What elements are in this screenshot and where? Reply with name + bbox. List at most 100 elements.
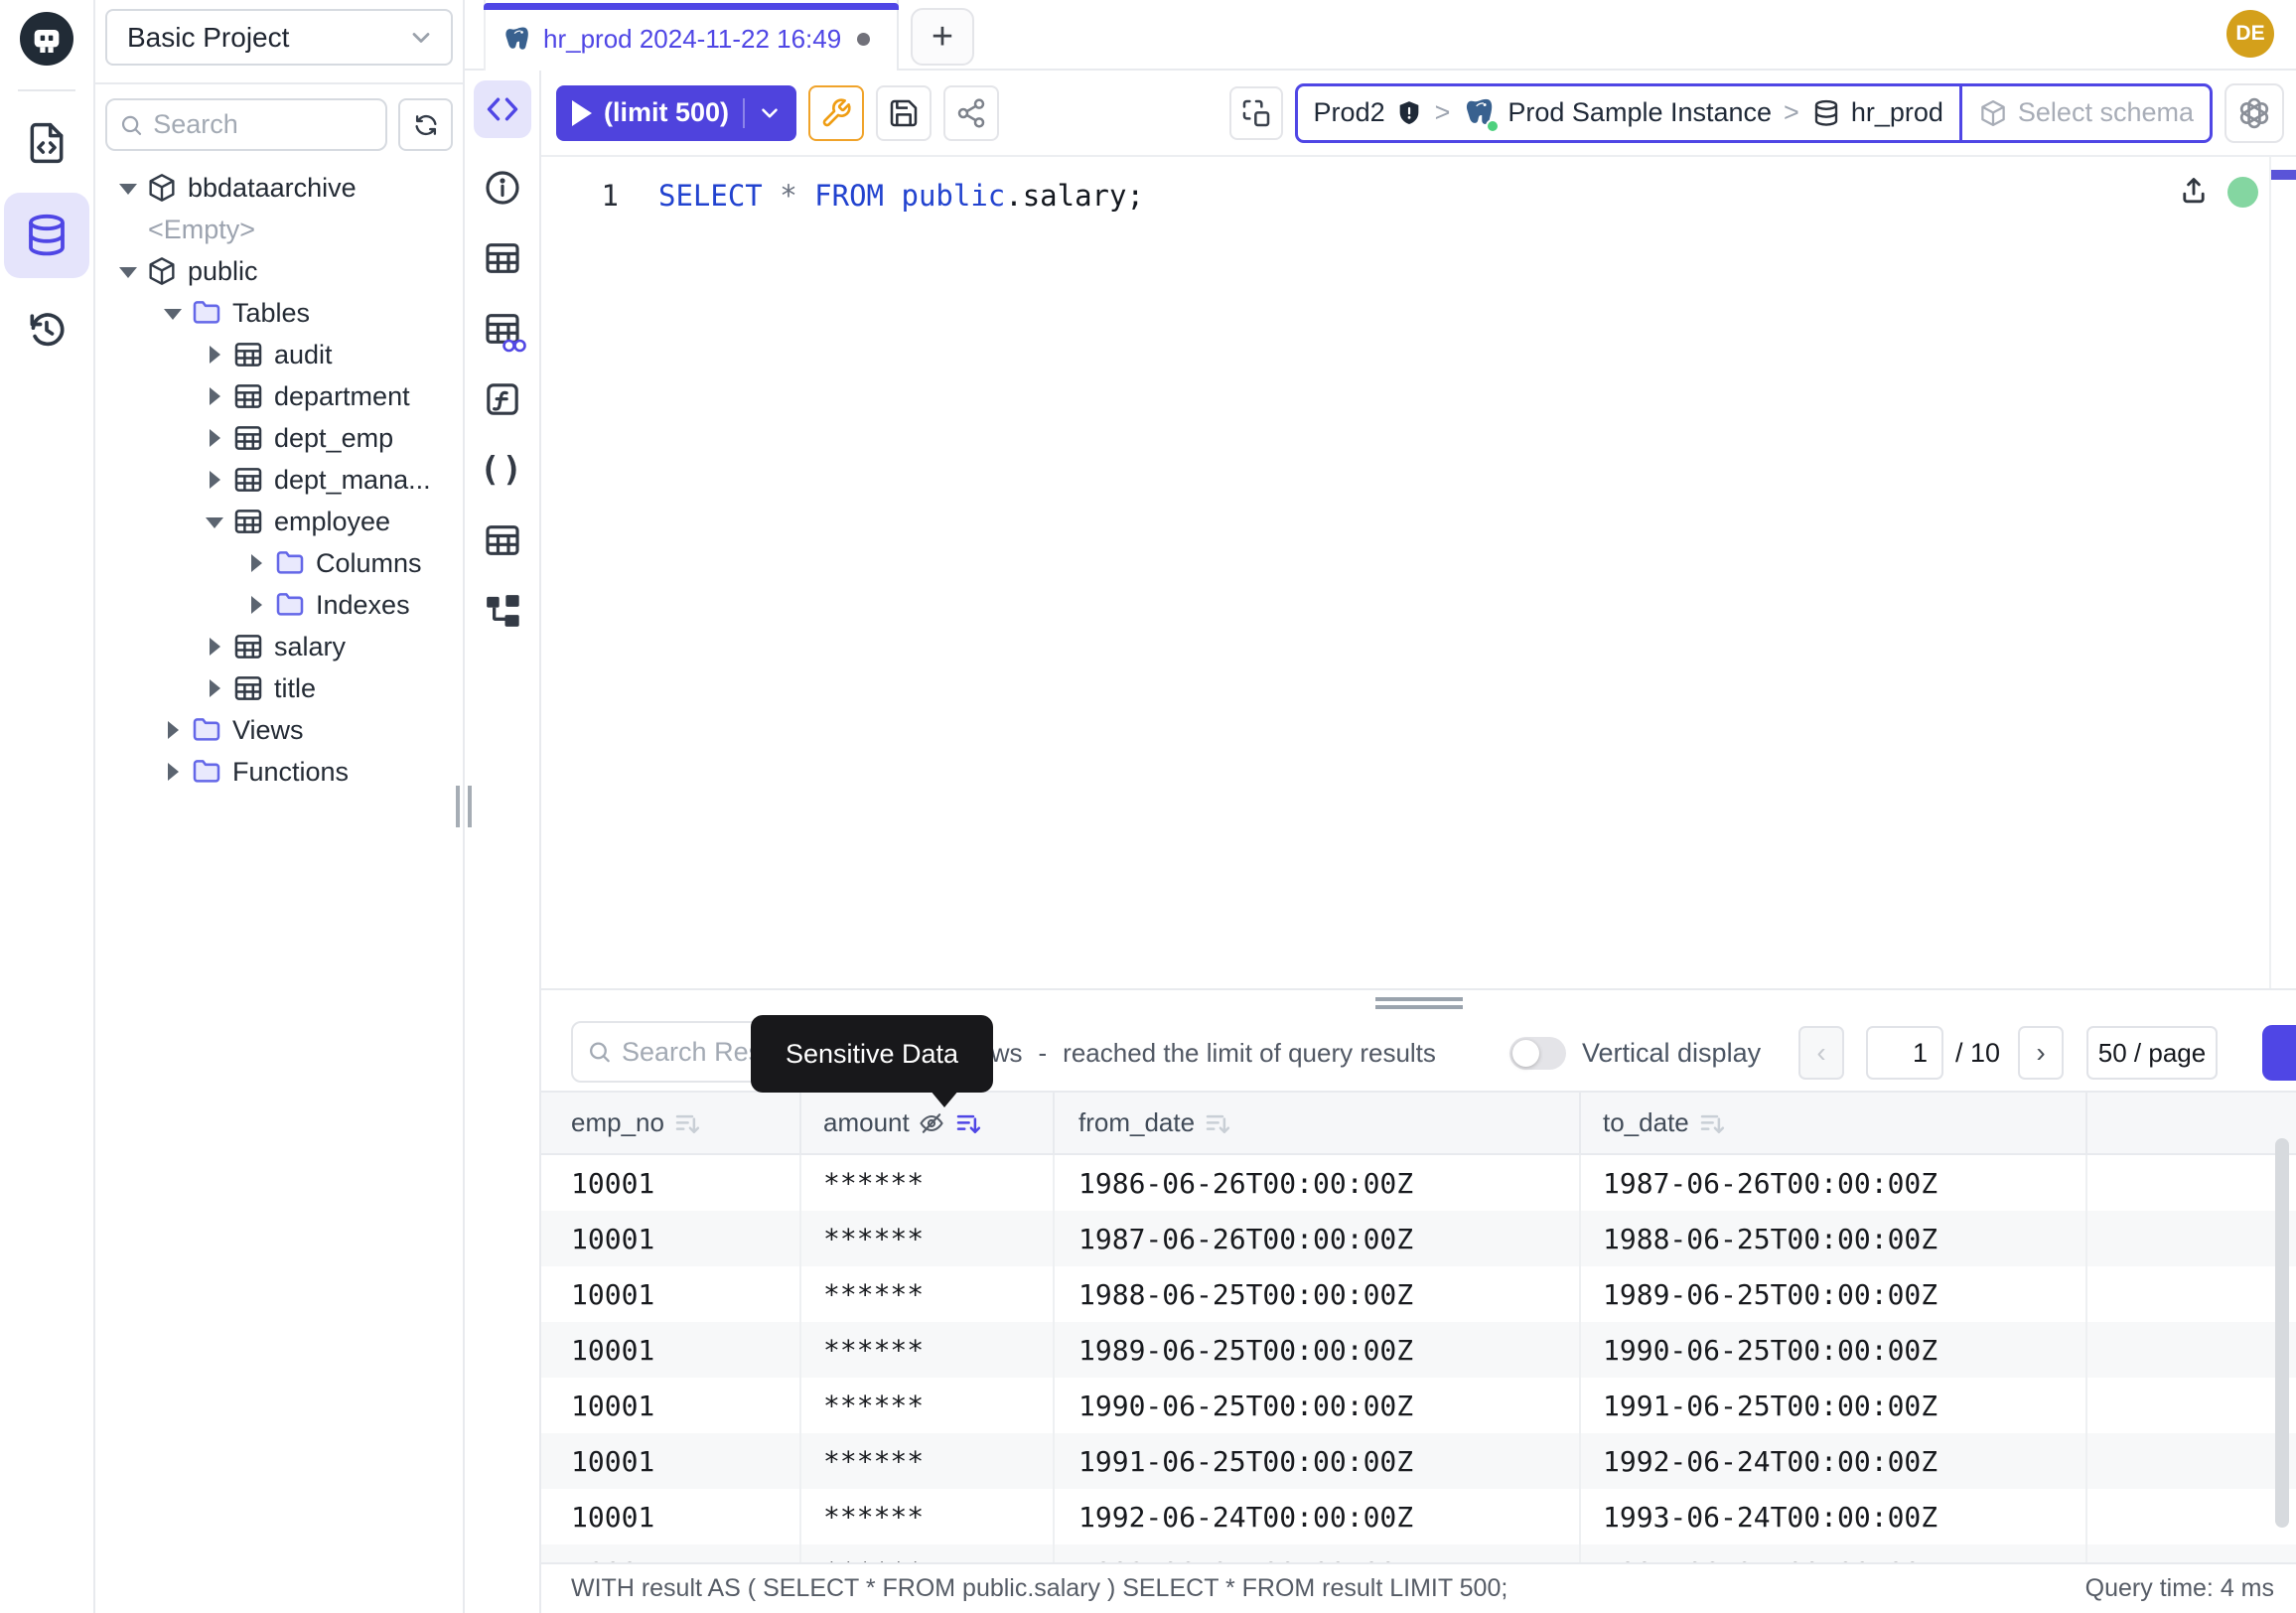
- column-header-to-date[interactable]: to_date: [1579, 1093, 2085, 1153]
- sidebar-search[interactable]: [105, 98, 387, 151]
- cube-icon: [1978, 98, 2008, 128]
- tree-item-department[interactable]: department: [95, 375, 463, 417]
- table-icon[interactable]: [482, 237, 523, 279]
- rail-history-button[interactable]: [21, 304, 72, 356]
- splitter-drag-handle[interactable]: [1375, 997, 1463, 1009]
- export-button-partial[interactable]: [2262, 1025, 2296, 1081]
- caret-down-icon[interactable]: [203, 510, 226, 533]
- results-scrollbar[interactable]: [2275, 1138, 2289, 1528]
- sql-editor[interactable]: 1 SELECT * FROM public.salary;: [541, 157, 2296, 988]
- table-row[interactable]: 10001******1991-06-25T00:00:00Z1992-06-2…: [541, 1433, 2296, 1489]
- table-cell: 10001: [541, 1544, 799, 1562]
- table-row[interactable]: 10001******1986-06-26T00:00:00Z1987-06-2…: [541, 1155, 2296, 1211]
- current-page-input[interactable]: 1: [1866, 1026, 1943, 1080]
- table-cell: ******: [799, 1433, 1053, 1489]
- prev-page-button[interactable]: ‹: [1798, 1026, 1844, 1080]
- tree-item-employee[interactable]: employee: [95, 501, 463, 542]
- table-row[interactable]: 10001******1987-06-26T00:00:00Z1988-06-2…: [541, 1211, 2296, 1266]
- editor-minimap[interactable]: [2269, 157, 2296, 988]
- tree-item-audit[interactable]: audit: [95, 334, 463, 375]
- function-icon[interactable]: [482, 378, 523, 420]
- tree-item-title[interactable]: title: [95, 667, 463, 709]
- run-limit-label: (limit 500): [604, 97, 729, 128]
- tree-item-public[interactable]: public: [95, 250, 463, 292]
- table-cell: 1990-06-25T00:00:00Z: [1579, 1322, 2085, 1378]
- table-row[interactable]: 10001******1988-06-25T00:00:00Z1989-06-2…: [541, 1266, 2296, 1322]
- bytebase-logo-icon[interactable]: [20, 12, 73, 66]
- caret-right-icon[interactable]: [161, 760, 185, 784]
- rail-databases-button[interactable]: [4, 193, 89, 278]
- tree-item-views[interactable]: Views: [95, 709, 463, 751]
- tree-item-dept-emp[interactable]: dept_emp: [95, 417, 463, 459]
- sidebar-search-input[interactable]: [153, 109, 373, 140]
- vertical-display-toggle[interactable]: [1509, 1037, 1566, 1070]
- table-cell: 1994-06-24T00:00:00Z: [1579, 1544, 2085, 1562]
- ai-assistant-button[interactable]: [2224, 83, 2284, 143]
- upload-icon[interactable]: [2177, 175, 2211, 209]
- table-cell: 10001: [541, 1266, 799, 1322]
- external-table-icon[interactable]: [482, 519, 523, 561]
- column-header-amount[interactable]: amount: [799, 1093, 1053, 1153]
- search-icon: [587, 1038, 612, 1066]
- tree-item-columns[interactable]: Columns: [95, 542, 463, 584]
- caret-right-icon[interactable]: [203, 676, 226, 700]
- column-header-emp-no[interactable]: emp_no: [541, 1093, 799, 1153]
- tree-item-functions[interactable]: Functions: [95, 751, 463, 793]
- new-tab-button[interactable]: +: [911, 8, 974, 66]
- refresh-button[interactable]: [398, 98, 453, 151]
- page-size-selector[interactable]: 50 / page: [2086, 1026, 2218, 1080]
- schema-tree: bbdataarchive<Empty>publicTablesaudit dep…: [95, 159, 463, 1613]
- worksheet-tab[interactable]: hr_prod 2024-11-22 16:49: [484, 0, 899, 71]
- folder-icon: [191, 714, 222, 746]
- masked-table-icon[interactable]: [482, 308, 523, 350]
- rail-worksheets-button[interactable]: [21, 117, 72, 169]
- batch-query-button[interactable]: [1229, 86, 1283, 140]
- tree-item-indexes[interactable]: Indexes: [95, 584, 463, 626]
- minimap-code-mark: [2271, 170, 2296, 180]
- avatar[interactable]: DE: [2226, 10, 2274, 58]
- caret-right-icon[interactable]: [203, 426, 226, 450]
- table-icon: [232, 422, 264, 454]
- table-row[interactable]: 10001******1993-06-24T00:00:00Z1994-06-2…: [541, 1544, 2296, 1562]
- caret-down-icon[interactable]: [116, 176, 140, 200]
- tree-item-tables[interactable]: Tables: [95, 292, 463, 334]
- caret-right-icon[interactable]: [161, 718, 185, 742]
- caret-right-icon[interactable]: [203, 468, 226, 492]
- parentheses-icon[interactable]: (): [482, 449, 523, 491]
- caret-right-icon[interactable]: [203, 343, 226, 367]
- results-table-header: emp_noamountfrom_dateto_date: [541, 1091, 2296, 1155]
- caret-down-icon[interactable]: [116, 259, 140, 283]
- caret-right-icon[interactable]: [244, 593, 268, 617]
- schema-diagram-icon[interactable]: [482, 590, 523, 632]
- tree-item-salary[interactable]: salary: [95, 626, 463, 667]
- select-schema-button[interactable]: Select schema: [1962, 86, 2210, 140]
- info-icon[interactable]: [482, 167, 523, 209]
- code-panel-button[interactable]: [474, 80, 531, 138]
- sidebar-resize-handle[interactable]: [456, 786, 472, 827]
- table-row[interactable]: 10001******1992-06-24T00:00:00Z1993-06-2…: [541, 1489, 2296, 1544]
- tree-item-empty[interactable]: <Empty>: [95, 209, 463, 250]
- table-row[interactable]: 10001******1990-06-25T00:00:00Z1991-06-2…: [541, 1378, 2296, 1433]
- format-wrench-button[interactable]: [808, 85, 864, 141]
- save-button[interactable]: [876, 85, 932, 141]
- table-cell: 1990-06-25T00:00:00Z: [1053, 1378, 1579, 1433]
- caret-right-icon[interactable]: [203, 384, 226, 408]
- tree-item-label: department: [274, 381, 410, 412]
- tree-item-dept-mana[interactable]: dept_mana...: [95, 459, 463, 501]
- share-button[interactable]: [943, 85, 999, 141]
- table-cell: 10001: [541, 1322, 799, 1378]
- results-table: emp_noamountfrom_dateto_date 10001******…: [541, 1091, 2296, 1562]
- connection-context-button[interactable]: Prod2 > Prod Sample Instance > hr_prod: [1298, 86, 1959, 140]
- table-icon: [232, 631, 264, 662]
- run-query-button[interactable]: (limit 500): [556, 85, 796, 141]
- tree-item-bbdataarchive[interactable]: bbdataarchive: [95, 167, 463, 209]
- table-cell: 1991-06-25T00:00:00Z: [1579, 1378, 2085, 1433]
- table-row[interactable]: 10001******1989-06-25T00:00:00Z1990-06-2…: [541, 1322, 2296, 1378]
- caret-down-icon[interactable]: [161, 301, 185, 325]
- project-selector[interactable]: Basic Project: [105, 9, 453, 66]
- table-cell: 1992-06-24T00:00:00Z: [1053, 1489, 1579, 1544]
- caret-right-icon[interactable]: [203, 635, 226, 659]
- next-page-button[interactable]: ›: [2018, 1026, 2064, 1080]
- caret-right-icon[interactable]: [244, 551, 268, 575]
- column-header-from-date[interactable]: from_date: [1053, 1093, 1579, 1153]
